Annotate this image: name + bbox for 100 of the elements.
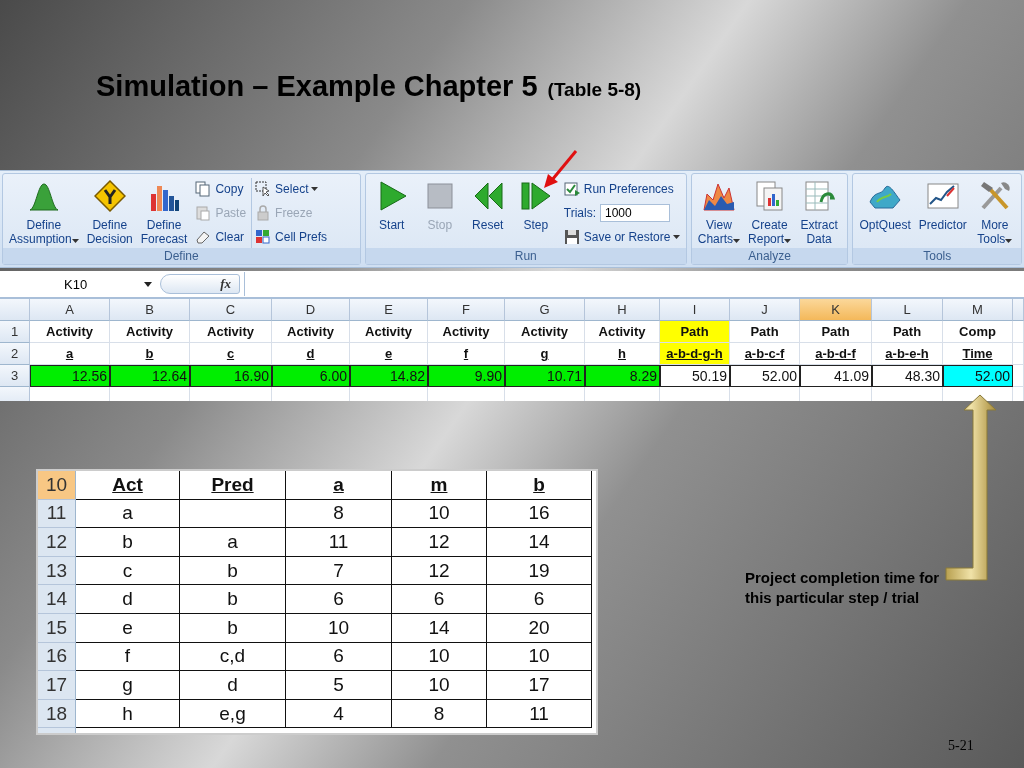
select-all-corner[interactable]: [0, 299, 30, 321]
table-cell: 12: [392, 556, 487, 586]
column-header[interactable]: D: [272, 299, 350, 321]
table-cell: f: [76, 642, 180, 672]
table-cell: Activity: [110, 321, 190, 343]
column-header[interactable]: I: [660, 299, 730, 321]
column-header[interactable]: G: [505, 299, 585, 321]
table-cell: Activity: [428, 321, 505, 343]
name-box[interactable]: K10: [0, 276, 160, 292]
row-header[interactable]: 12: [38, 528, 76, 557]
group-label: Run: [365, 248, 686, 264]
eraser-icon: [195, 229, 212, 245]
table-cell: 6: [286, 642, 392, 672]
table-cell: 48.30: [872, 365, 943, 387]
row-header[interactable]: 14: [38, 585, 76, 614]
table-cell: 8.29: [585, 365, 660, 387]
table-cell: 11: [487, 699, 592, 729]
checklist-icon: [563, 181, 580, 197]
caret-icon: [144, 281, 152, 287]
table-cell: c: [76, 556, 180, 586]
table-cell: 14.82: [350, 365, 428, 387]
table-cell: 14: [392, 613, 487, 643]
column-heading: Pred: [180, 471, 286, 500]
grid-icon: [255, 229, 272, 245]
table-cell: c,d: [180, 642, 286, 672]
table-cell: 16: [487, 499, 592, 529]
table-cell: a-b-d-g-h: [660, 343, 730, 365]
report-icon: [753, 180, 786, 212]
table-cell: d: [180, 671, 286, 700]
table-cell: Activity: [190, 321, 272, 343]
paste-icon: [195, 205, 212, 221]
ribbon-button[interactable]: Reset: [464, 178, 511, 234]
table-icon: [803, 180, 836, 212]
column-header[interactable]: L: [872, 299, 943, 321]
ribbon-button[interactable]: Create Report: [745, 178, 795, 248]
table-cell: 6: [392, 585, 487, 614]
table-cell: 20: [487, 613, 592, 643]
ribbon-button[interactable]: Save or Restore: [563, 226, 681, 248]
column-header[interactable]: H: [585, 299, 660, 321]
trials-label: Trials:: [563, 206, 596, 220]
ribbon-button[interactable]: Step: [512, 178, 559, 234]
table-cell: 10: [392, 671, 487, 700]
table-cell: g: [76, 671, 180, 700]
annotation-text: Project completion time for this particular step / trial: [745, 568, 941, 608]
row-header[interactable]: 3: [0, 365, 30, 387]
ribbon-button[interactable]: Start: [368, 178, 415, 234]
table-cell: b: [76, 528, 180, 557]
table-cell: 10: [286, 613, 392, 643]
ribbon-button[interactable]: Clear: [195, 226, 247, 248]
ribbon-button[interactable]: Extract Data: [796, 178, 843, 248]
row-header[interactable]: 13: [38, 556, 76, 586]
row-header[interactable]: 1: [0, 321, 30, 343]
ribbon-button[interactable]: More Tools: [971, 178, 1018, 248]
column-header[interactable]: B: [110, 299, 190, 321]
column-header[interactable]: [1013, 299, 1024, 321]
table-cell: a-b-c-f: [730, 343, 800, 365]
ribbon-button[interactable]: Define Assumption: [6, 178, 82, 248]
ribbon-button[interactable]: View Charts: [694, 178, 744, 248]
table-cell: 11: [286, 528, 392, 557]
row-header[interactable]: 10: [38, 471, 76, 500]
title-note: (Table 5-8): [547, 79, 642, 101]
tools-icon: [978, 180, 1011, 212]
table-cell: 10: [392, 642, 487, 672]
row-header[interactable]: 2: [0, 343, 30, 365]
table-cell: 52.00: [730, 365, 800, 387]
table-cell: 9.90: [428, 365, 505, 387]
column-header[interactable]: M: [943, 299, 1013, 321]
column-header[interactable]: K: [800, 299, 872, 321]
column-header[interactable]: J: [730, 299, 800, 321]
table-cell: a: [180, 528, 286, 557]
column-heading: b: [487, 471, 592, 500]
ribbon-button[interactable]: Run Preferences: [563, 178, 681, 200]
row-header[interactable]: 16: [38, 642, 76, 672]
table-cell: 12.56: [30, 365, 110, 387]
ribbon-button[interactable]: Select: [255, 178, 328, 200]
ribbon-button[interactable]: Predictor: [915, 178, 970, 234]
diamond-sign-icon: [93, 180, 126, 212]
row-header[interactable]: 15: [38, 613, 76, 643]
row-header[interactable]: 11: [38, 499, 76, 529]
function-button[interactable]: fx: [160, 274, 240, 294]
table-cell: Activity: [350, 321, 428, 343]
column-header[interactable]: F: [428, 299, 505, 321]
column-heading: m: [392, 471, 487, 500]
ribbon-button[interactable]: OptQuest: [856, 178, 914, 234]
ribbon-button[interactable]: Define Decision: [83, 178, 136, 248]
column-header[interactable]: E: [350, 299, 428, 321]
trials-field[interactable]: 1000: [600, 204, 670, 222]
table-cell: Comp: [943, 321, 1013, 343]
ribbon-button[interactable]: Copy: [195, 178, 247, 200]
slide-title: Simulation – Example Chapter 5: [96, 70, 538, 103]
table-cell: 12.64: [110, 365, 190, 387]
ribbon-button[interactable]: Cell Prefs: [255, 226, 328, 248]
table-cell: 7: [286, 556, 392, 586]
table-cell: Path: [730, 321, 800, 343]
row-header[interactable]: 17: [38, 671, 76, 700]
column-header[interactable]: C: [190, 299, 272, 321]
ribbon-button[interactable]: Define Forecast: [137, 178, 191, 248]
row-header[interactable]: 18: [38, 699, 76, 729]
column-header[interactable]: A: [30, 299, 110, 321]
table-cell: Activity: [30, 321, 110, 343]
